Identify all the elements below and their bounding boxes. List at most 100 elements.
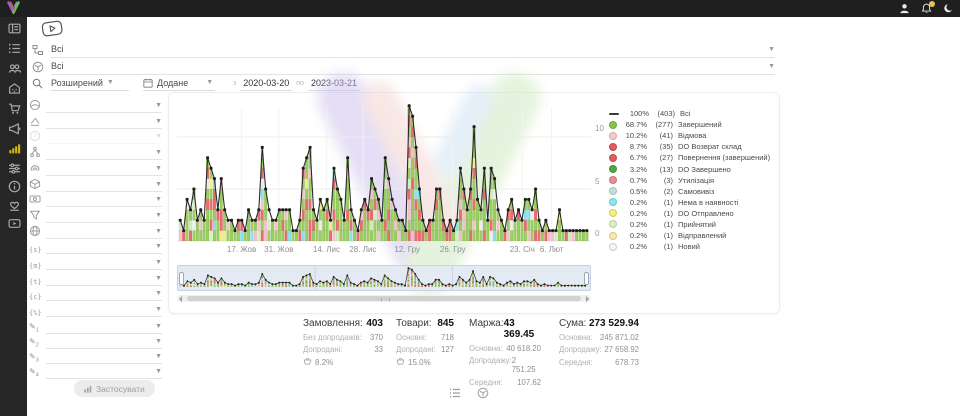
stat-column: Замовлення:403Без допродажів:370Допродан… [303, 318, 383, 368]
legend-item[interactable]: 0.2%(1)Відправлений [609, 230, 774, 241]
sidebar-item-procurement[interactable] [7, 104, 21, 118]
sidebar-item-partnership[interactable] [7, 201, 21, 215]
filter-dropdown[interactable]: ▼ [46, 115, 162, 129]
filter-dropdown[interactable]: ▼ [46, 225, 162, 239]
chevron-down-icon: ▼ [768, 63, 775, 70]
products-view-icon[interactable] [477, 386, 489, 404]
scrollbar-thumb[interactable] [187, 296, 581, 301]
filter-row-custom-field-1[interactable]: ✎1▼ [29, 321, 162, 334]
legend-item[interactable]: 10.2%(41)Відмова [609, 130, 774, 141]
filter-row-website[interactable]: ▼ [29, 226, 162, 239]
filter-category-row[interactable]: Всі ▼ [30, 42, 775, 57]
legend-item[interactable]: 0.2%(1)Нема в наявності [609, 197, 774, 208]
legend-item[interactable]: 0.2%(1)Новий [609, 241, 774, 252]
filter-product-row[interactable]: Всі ▼ [30, 59, 775, 74]
chart-range-minimap[interactable] [177, 265, 591, 291]
date-field-select[interactable]: Додане▼ [143, 75, 215, 91]
filter-dropdown[interactable]: ▼ [46, 193, 162, 207]
filter-row-custom-field-4[interactable]: ✎4▼ [29, 366, 162, 379]
filter-row-structure[interactable]: ▼ [29, 147, 162, 160]
sidebar-item-info[interactable] [7, 182, 21, 196]
filter-row-utm-term[interactable]: {t}▼ [29, 273, 162, 286]
filter-dropdown[interactable]: ▼ [46, 303, 162, 317]
sidebar-item-clients[interactable] [7, 64, 21, 78]
range-handle-left[interactable] [179, 272, 184, 285]
legend-label: Прийнятий [678, 220, 716, 229]
filter-dropdown[interactable]: ▼ [46, 350, 162, 364]
filter-dropdown[interactable]: ▼ [46, 178, 162, 192]
apply-filters-button[interactable]: Застосувати [74, 380, 155, 397]
filter-row-funnel-stage[interactable]: ▼ [29, 116, 162, 129]
scroll-left-icon[interactable] [179, 296, 182, 302]
sidebar-item-video-tutorials[interactable] [7, 219, 21, 233]
filter-row-utm-campaign[interactable]: {%}▼ [29, 304, 162, 317]
date-to-input[interactable]: 2023-03-21 [308, 75, 360, 91]
sidebar-item-warehouse[interactable] [7, 84, 21, 98]
filter-row-payment[interactable]: ▼ [29, 194, 162, 207]
product-filter-value[interactable]: Всі [51, 61, 764, 71]
range-handle-right[interactable] [584, 272, 589, 285]
chevron-down-icon: ▼ [155, 243, 162, 250]
chevron-down-icon: ▼ [768, 46, 775, 53]
legend-item[interactable]: 3.2%(13)DO Завершено [609, 163, 774, 174]
sidebar-item-orders[interactable] [7, 44, 21, 58]
heart-hand-icon [8, 199, 21, 217]
legend-count: (1) [647, 242, 673, 251]
legend-item[interactable]: 0.5%(2)Самовивіз [609, 186, 774, 197]
legend-item[interactable]: 8.7%(35)DO Возврат склад [609, 141, 774, 152]
notifications-bell-icon[interactable] [920, 3, 932, 15]
legend-item[interactable]: 68.7%(277)Завершений [609, 119, 774, 130]
search-icon[interactable] [30, 78, 45, 89]
date-from-input[interactable]: 2020-03-20 [240, 75, 292, 91]
chart-horizontal-scrollbar[interactable] [177, 295, 591, 302]
filter-row-utm-source[interactable]: {s}▼ [29, 241, 162, 254]
users-icon [8, 62, 21, 80]
stat-sub-value: 2 751.25 [512, 356, 541, 374]
filter-dropdown[interactable]: ▼ [46, 272, 162, 286]
category-filter-value[interactable]: Всі [51, 44, 764, 54]
chevron-down-icon: ▼ [155, 228, 162, 235]
filter-row-order-source[interactable]: ▼ [29, 100, 162, 113]
filter-row-custom-field-2[interactable]: ✎2▼ [29, 336, 162, 349]
legend-label: Утилізація [678, 176, 714, 185]
filter-dropdown[interactable]: ▼ [46, 209, 162, 223]
legend-item[interactable]: 6.7%(27)Повернення (завершений) [609, 152, 774, 163]
theme-toggle-moon-icon[interactable] [942, 3, 954, 15]
filter-row-product[interactable]: ▼ [29, 179, 162, 192]
legend-percent: 3.2% [621, 165, 647, 174]
scroll-right-icon[interactable] [586, 296, 589, 302]
product-box-icon [30, 61, 45, 73]
filter-dropdown[interactable]: ▼ [46, 287, 162, 301]
filter-row-utm-content[interactable]: {c}▼ [29, 288, 162, 301]
orders-timeline-chart[interactable] [177, 99, 591, 245]
legend-item[interactable]: 100%(403)Всі [609, 108, 774, 119]
sidebar-item-integrations[interactable] [7, 164, 21, 178]
filter-row-utm-medium[interactable]: {m}▼ [29, 257, 162, 270]
filter-dropdown[interactable]: ▼ [46, 99, 162, 113]
filter-dropdown[interactable]: ▼ [46, 146, 162, 160]
sidebar-item-marketing[interactable] [7, 124, 21, 138]
x-tick-label: 6. Лют [530, 245, 574, 254]
filter-dropdown[interactable]: ▼ [46, 130, 162, 144]
legend-item[interactable]: 0.7%(3)Утилізація [609, 175, 774, 186]
filter-row-identity[interactable]: ▼ [29, 163, 162, 176]
filter-row-help[interactable]: ?▼ [29, 131, 162, 144]
legend-item[interactable]: 0.2%(1)Прийнятий [609, 219, 774, 230]
filter-dropdown[interactable]: ▼ [46, 335, 162, 349]
filter-dropdown[interactable]: ▼ [46, 162, 162, 176]
user-icon[interactable] [898, 3, 910, 15]
filter-dropdown[interactable]: ▼ [46, 256, 162, 270]
filter-row-funnel[interactable]: ▼ [29, 210, 162, 223]
filter-dropdown[interactable]: ▼ [46, 365, 162, 379]
sidebar-item-analytics[interactable] [7, 144, 21, 158]
sidebar-item-dashboard[interactable] [7, 24, 21, 38]
video-hint-icon[interactable] [41, 20, 65, 43]
legend-dot-swatch [609, 243, 617, 251]
filter-row-custom-field-3[interactable]: ✎3▼ [29, 351, 162, 364]
orders-list-view-icon[interactable] [449, 386, 461, 404]
legend-item[interactable]: 0.2%(1)DO Отправлено [609, 208, 774, 219]
megaphone-icon [8, 122, 21, 140]
filter-dropdown[interactable]: ▼ [46, 320, 162, 334]
filter-dropdown[interactable]: ▼ [46, 240, 162, 254]
search-mode-select[interactable]: Розширений▼ [51, 75, 129, 91]
